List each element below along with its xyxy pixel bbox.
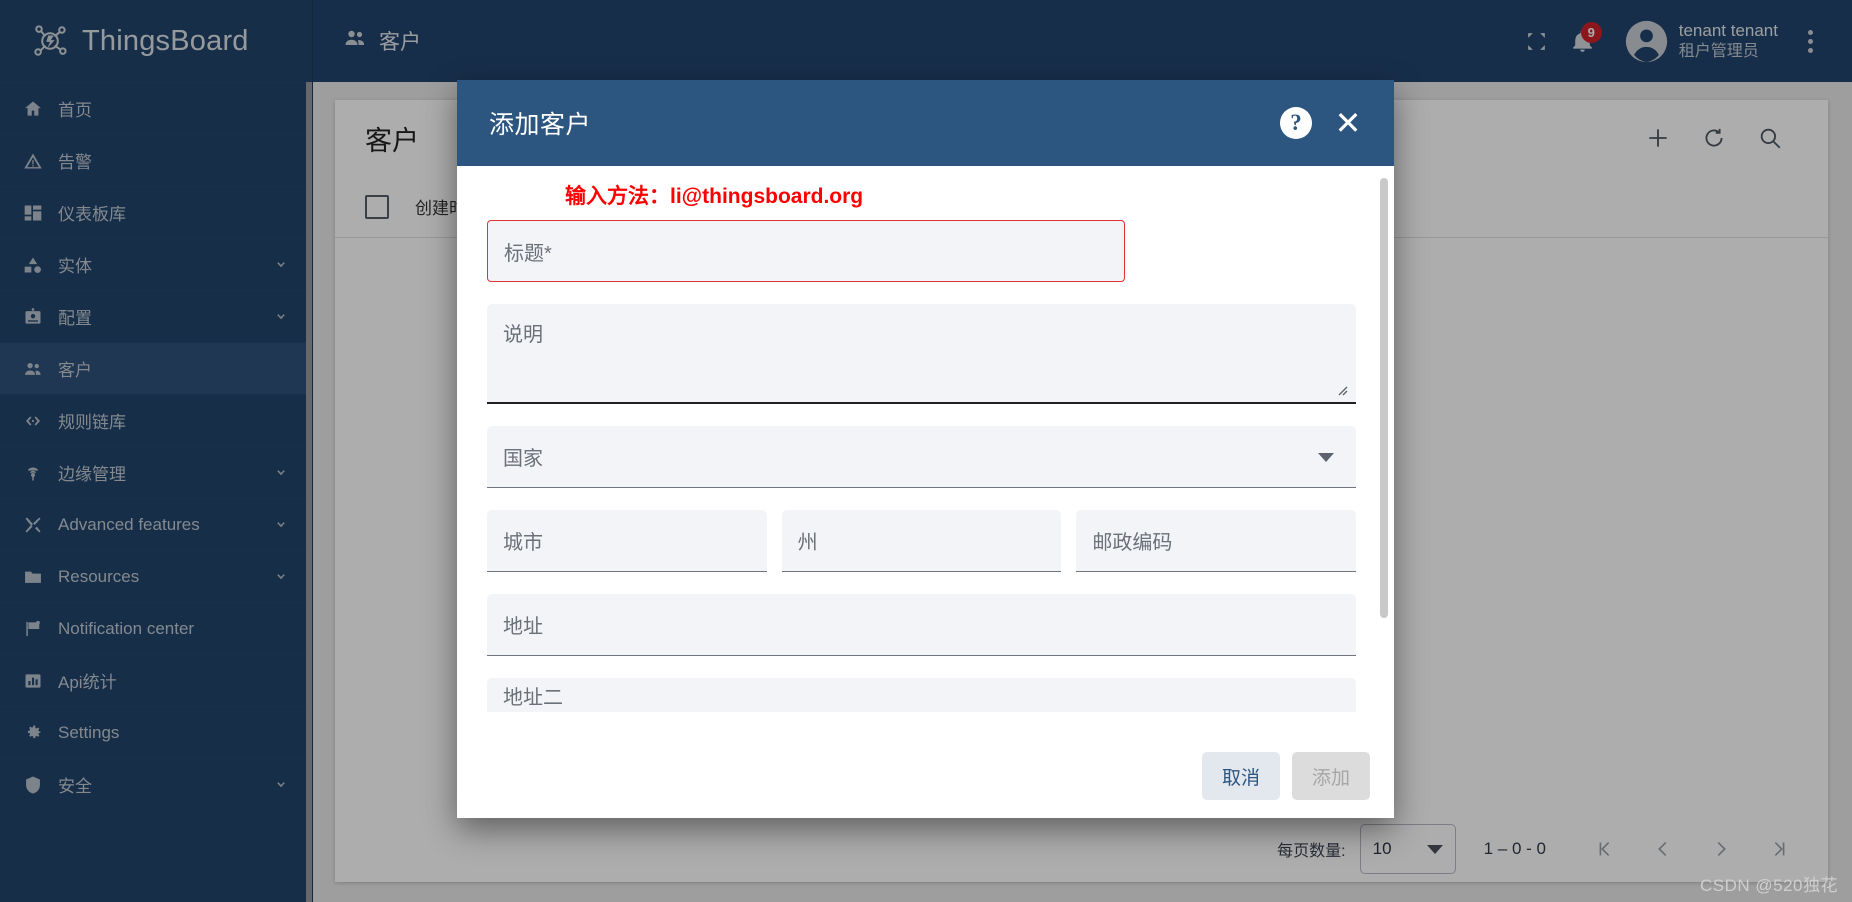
app-root: ThingsBoard 首页 告警 仪表板库 实体 配置 客户 规则链库 边缘管…: [0, 0, 1852, 902]
address2-field-placeholder: 地址二: [503, 686, 563, 709]
address-field-placeholder: 地址: [503, 616, 543, 638]
dialog-title: 添加客户: [489, 111, 592, 139]
dialog-header: 添加客户 ? ✕: [457, 80, 1394, 166]
state-field[interactable]: 州: [781, 510, 1062, 572]
state-field-placeholder: 州: [797, 532, 818, 554]
country-select[interactable]: 国家: [487, 426, 1356, 488]
title-field[interactable]: 标题*: [487, 220, 1125, 282]
resize-grip-icon[interactable]: [1332, 380, 1348, 396]
input-method-annotation: 输入方法：li@thingsboard.org: [565, 185, 864, 208]
add-button: 添加: [1291, 752, 1370, 800]
close-label: ✕: [1334, 105, 1362, 141]
help-label: ?: [1280, 107, 1312, 139]
zip-field[interactable]: 邮政编码: [1076, 510, 1357, 572]
description-field-placeholder: 说明: [503, 324, 543, 346]
dialog-body: 输入方法：li@thingsboard.org 标题* 说明 国家 城市 州 邮…: [457, 166, 1394, 746]
zip-field-placeholder: 邮政编码: [1092, 532, 1173, 554]
chevron-down-icon: [1318, 452, 1334, 462]
title-field-placeholder: 标题*: [504, 242, 552, 265]
add-customer-dialog: 添加客户 ? ✕ 输入方法：li@thingsboard.org 标题* 说明 …: [457, 80, 1394, 818]
dialog-footer: 取消 添加: [457, 746, 1394, 818]
city-field[interactable]: 城市: [487, 510, 767, 572]
address-field[interactable]: 地址: [487, 594, 1356, 656]
help-icon[interactable]: ?: [1270, 97, 1322, 149]
cancel-button[interactable]: 取消: [1201, 752, 1280, 800]
country-select-placeholder: 国家: [503, 448, 543, 470]
city-field-placeholder: 城市: [503, 532, 543, 554]
city-state-zip-row: 城市 州 邮政编码: [487, 510, 1357, 572]
address2-field[interactable]: 地址二: [487, 678, 1356, 712]
description-field[interactable]: 说明: [487, 304, 1356, 404]
watermark: CSDN @520独花: [1699, 876, 1838, 895]
dialog-scrollbar[interactable]: [1380, 178, 1388, 618]
close-icon[interactable]: ✕: [1322, 97, 1374, 149]
